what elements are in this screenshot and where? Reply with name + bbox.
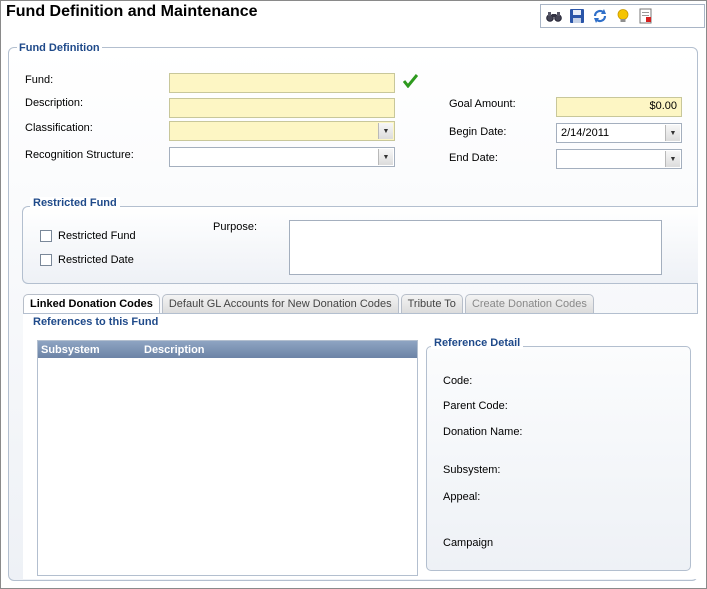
- valid-check-icon: [402, 74, 419, 91]
- references-grid[interactable]: Subsystem Description: [37, 340, 418, 576]
- grid-header: Subsystem Description: [38, 341, 417, 358]
- begin-date-label: Begin Date:: [449, 126, 507, 138]
- purpose-label: Purpose:: [213, 221, 258, 233]
- subsystem-label: Subsystem:: [443, 464, 501, 476]
- donation-name-label: Donation Name:: [443, 426, 523, 438]
- tab-strip: Linked Donation Codes Default GL Account…: [23, 294, 596, 313]
- column-header-description[interactable]: Description: [144, 344, 205, 356]
- classification-label: Classification:: [25, 122, 93, 134]
- lightbulb-icon[interactable]: [614, 8, 631, 25]
- fund-definition-legend: Fund Definition: [17, 42, 102, 54]
- begin-date-value: 2/14/2011: [561, 127, 610, 139]
- goal-amount-label: Goal Amount:: [449, 98, 516, 110]
- tab-create-donation-codes[interactable]: Create Donation Codes: [464, 294, 594, 313]
- restricted-fund-checkbox-label: Restricted Fund: [58, 230, 136, 242]
- references-legend: References to this Fund: [30, 316, 162, 328]
- binoculars-icon[interactable]: [545, 8, 562, 25]
- restricted-date-checkbox-label: Restricted Date: [58, 254, 134, 266]
- recognition-structure-select[interactable]: ▼: [169, 147, 395, 167]
- end-date-label: End Date:: [449, 152, 498, 164]
- restricted-fund-checkbox[interactable]: [40, 230, 52, 242]
- report-icon[interactable]: [637, 8, 654, 25]
- page-title: Fund Definition and Maintenance: [6, 3, 258, 20]
- tab-tribute-to[interactable]: Tribute To: [400, 294, 463, 313]
- appeal-label: Appeal:: [443, 491, 481, 503]
- end-date-picker[interactable]: ▼: [556, 149, 682, 169]
- description-input[interactable]: [169, 98, 395, 118]
- parent-code-label: Parent Code:: [443, 400, 508, 412]
- chevron-down-icon[interactable]: ▼: [378, 123, 393, 139]
- fund-definition-window: Fund Definition and Maintenance Fund Def…: [0, 0, 707, 589]
- tab-linked-donation-codes[interactable]: Linked Donation Codes: [23, 294, 160, 313]
- fund-input[interactable]: [169, 73, 395, 93]
- chevron-down-icon[interactable]: ▼: [665, 125, 680, 141]
- column-header-subsystem[interactable]: Subsystem: [38, 344, 144, 356]
- save-icon[interactable]: [568, 8, 585, 25]
- begin-date-picker[interactable]: 2/14/2011 ▼: [556, 123, 682, 143]
- code-label: Code:: [443, 375, 473, 387]
- restricted-fund-legend: Restricted Fund: [30, 197, 120, 209]
- toolbar: [540, 4, 705, 28]
- campaign-label: Campaign: [443, 537, 494, 549]
- chevron-down-icon[interactable]: ▼: [378, 149, 393, 165]
- restricted-date-checkbox[interactable]: [40, 254, 52, 266]
- goal-amount-input[interactable]: $0.00: [556, 97, 682, 117]
- recognition-structure-label: Recognition Structure:: [25, 149, 134, 161]
- chevron-down-icon[interactable]: ▼: [665, 151, 680, 167]
- reference-detail-legend: Reference Detail: [431, 337, 524, 349]
- refresh-icon[interactable]: [591, 8, 608, 25]
- purpose-textarea[interactable]: [289, 220, 662, 275]
- fund-label: Fund:: [25, 74, 54, 86]
- classification-select[interactable]: ▼: [169, 121, 395, 141]
- tab-default-gl-accounts[interactable]: Default GL Accounts for New Donation Cod…: [161, 294, 399, 313]
- description-label: Description:: [25, 97, 84, 109]
